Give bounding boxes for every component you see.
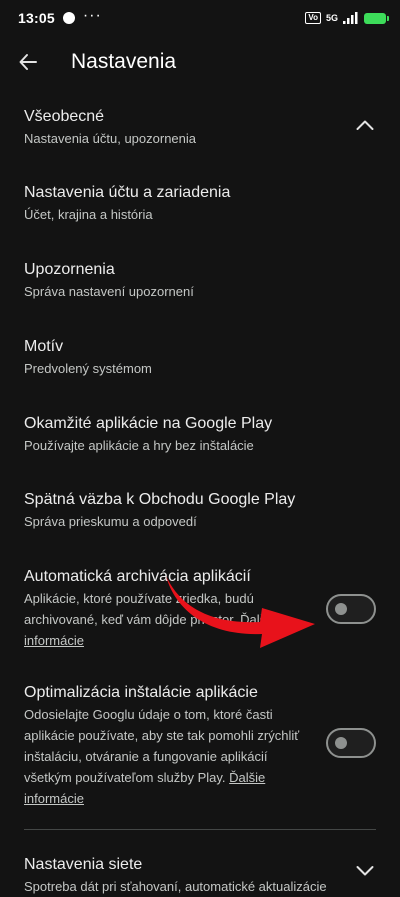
arrow-back-icon xyxy=(19,54,37,70)
status-bar: 13:05 ··· Vo 5G xyxy=(0,0,400,36)
section-general-header[interactable]: Všeobecné Nastavenia účtu, upozornenia xyxy=(0,106,400,149)
status-right: Vo 5G xyxy=(305,12,389,24)
setting-title: Automatická archivácia aplikácií xyxy=(24,568,251,585)
status-time: 13:05 xyxy=(18,10,55,26)
toggle-knob xyxy=(335,603,347,615)
toggle-knob xyxy=(335,737,347,749)
section-title: Nastavenia siete xyxy=(24,856,143,873)
setting-description-text: Aplikácie, ktoré používate zriedka, budú… xyxy=(24,591,254,627)
setting-title: Optimalizácia inštalácie aplikácie xyxy=(24,684,258,701)
section-subtitle: Spotreba dát pri sťahovaní, automatické … xyxy=(24,879,327,894)
more-notifications-icon: ··· xyxy=(82,7,102,24)
section-title: Všeobecné xyxy=(24,108,105,125)
battery-charging-icon xyxy=(364,12,389,24)
setting-subtitle: Predvolený systémom xyxy=(24,361,152,376)
chevron-up-icon xyxy=(356,120,374,130)
install-optimization-toggle[interactable] xyxy=(326,728,376,758)
setting-auto-archive[interactable]: Automatická archivácia aplikácií Aplikác… xyxy=(0,566,400,651)
setting-subtitle: Správa nastavení upozornení xyxy=(24,284,194,299)
section-divider xyxy=(24,829,376,830)
setting-subtitle: Účet, krajina a história xyxy=(24,207,153,222)
setting-text: Automatická archivácia aplikácií Aplikác… xyxy=(24,566,376,651)
setting-description: Odosielajte Googlu údaje o tom, ktoré ča… xyxy=(24,704,300,809)
setting-title: Spätná väzba k Obchodu Google Play xyxy=(24,491,296,508)
setting-description: Aplikácie, ktoré používate zriedka, budú… xyxy=(24,588,300,651)
section-subtitle: Nastavenia účtu, upozornenia xyxy=(24,131,197,146)
chevron-down-icon xyxy=(356,866,374,876)
setting-instant-apps[interactable]: Okamžité aplikácie na Google Play Použív… xyxy=(0,413,400,456)
setting-theme[interactable]: Motív Predvolený systémom xyxy=(0,336,400,379)
setting-account-device[interactable]: Nastavenia účtu a zariadenia Účet, kraji… xyxy=(0,182,400,225)
auto-archive-toggle[interactable] xyxy=(326,594,376,624)
setting-title: Nastavenia účtu a zariadenia xyxy=(24,184,231,201)
notification-app-icon xyxy=(62,12,75,24)
network-type-label: 5G xyxy=(325,12,338,23)
setting-feedback[interactable]: Spätná väzba k Obchodu Google Play Správ… xyxy=(0,489,400,532)
status-left: 13:05 ··· xyxy=(18,7,102,27)
setting-subtitle: Správa prieskumu a odpovedí xyxy=(24,514,197,529)
back-button[interactable] xyxy=(0,36,56,88)
page-title: Nastavenia xyxy=(71,50,177,73)
setting-install-optimization[interactable]: Optimalizácia inštalácie aplikácie Odosi… xyxy=(0,682,400,809)
setting-subtitle: Používajte aplikácie a hry bez inštaláci… xyxy=(24,438,254,453)
app-bar: Nastavenia xyxy=(0,36,400,88)
volte-icon: Vo xyxy=(305,12,321,24)
signal-icon xyxy=(343,12,358,24)
setting-text: Optimalizácia inštalácie aplikácie Odosi… xyxy=(24,682,376,809)
setting-title: Motív xyxy=(24,338,64,355)
section-network-header[interactable]: Nastavenia siete Spotreba dát pri sťahov… xyxy=(0,854,400,897)
setting-title: Upozornenia xyxy=(24,261,115,278)
setting-notifications[interactable]: Upozornenia Správa nastavení upozornení xyxy=(0,259,400,302)
setting-title: Okamžité aplikácie na Google Play xyxy=(24,415,273,432)
